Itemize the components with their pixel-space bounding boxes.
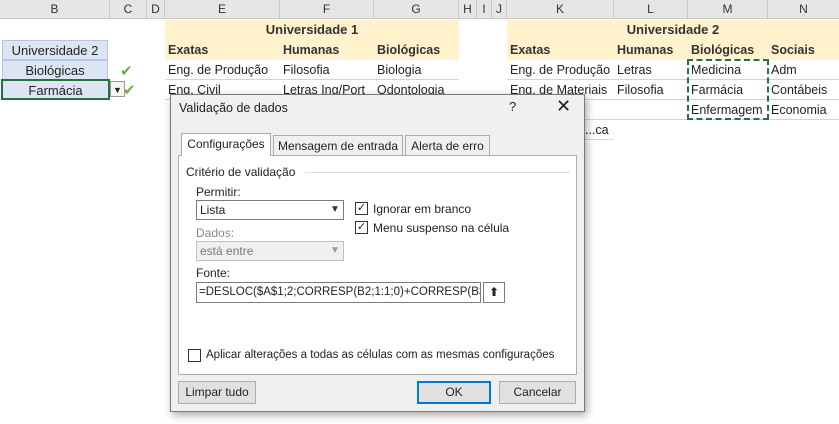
tab-mensagem-entrada[interactable]: Mensagem de entrada [273, 135, 403, 155]
col-header-h[interactable]: H [459, 0, 477, 19]
cell-b3-area[interactable]: Biológicas [2, 60, 108, 80]
u1-header-biologicas: Biológicas [374, 40, 459, 60]
ok-button[interactable]: OK [417, 381, 491, 404]
u2-title: Universidade 2 [507, 20, 839, 40]
u2-cell[interactable]: Eng. de Produção [507, 60, 614, 80]
u2-cell[interactable]: ...ca [585, 120, 615, 140]
checkmark-icon: ✔ [120, 63, 133, 80]
help-icon[interactable]: ? [509, 99, 516, 114]
group-divider [305, 172, 570, 173]
col-header-m[interactable]: M [688, 0, 768, 19]
col-header-c[interactable]: C [110, 0, 147, 19]
checkmark-icon: ✔ [123, 82, 136, 99]
chevron-down-icon: ▼ [330, 245, 340, 256]
dados-value: está entre [200, 244, 254, 258]
col-header-l[interactable]: L [614, 0, 688, 19]
menu-checkbox[interactable]: ✓ [355, 221, 368, 234]
ignorar-label: Ignorar em branco [373, 202, 472, 216]
u1-cell[interactable]: Filosofia [280, 60, 374, 80]
settings-panel: Critério de validação Permitir: Lista ▼ … [178, 155, 577, 375]
col-header-k[interactable]: K [507, 0, 614, 19]
col-header-f[interactable]: F [280, 0, 374, 19]
dialog-title: Validação de dados [179, 101, 288, 115]
u2-cell[interactable]: Letras [614, 60, 688, 80]
u2-cell[interactable]: Economia [768, 100, 839, 120]
menu-label: Menu suspenso na célula [373, 221, 510, 235]
col-header-d[interactable]: D [147, 0, 165, 19]
u1-cell[interactable]: Biologia [374, 60, 459, 80]
data-validation-dialog: Validação de dados ? ✕ Configurações Men… [170, 94, 585, 412]
tab-alerta-erro[interactable]: Alerta de erro [405, 135, 490, 155]
aplicar-label: Aplicar alterações a todas as células co… [206, 349, 555, 361]
u1-title: Universidade 1 [165, 20, 459, 40]
permitir-select[interactable]: Lista ▼ [196, 200, 344, 220]
u2-cell[interactable]: Filosofia [614, 80, 688, 100]
permitir-label: Permitir: [196, 185, 241, 199]
col-header-b[interactable]: B [0, 0, 110, 19]
u1-header-exatas: Exatas [165, 40, 280, 60]
permitir-value: Lista [200, 203, 226, 217]
collapse-range-icon[interactable]: ⬆ [483, 282, 505, 303]
clear-all-button[interactable]: Limpar tudo [178, 381, 256, 404]
col-header-n[interactable]: N [768, 0, 839, 19]
cancel-button[interactable]: Cancelar [499, 381, 576, 404]
group-label: Critério de validação [186, 165, 296, 179]
fonte-label: Fonte: [196, 266, 231, 280]
u2-header-biologicas: Biológicas [688, 40, 768, 60]
row-divider [165, 79, 459, 80]
u2-cell[interactable]: Adm [768, 60, 839, 80]
col-header-e[interactable]: E [165, 0, 280, 19]
u2-header-humanas: Humanas [614, 40, 688, 60]
aplicar-checkbox[interactable] [188, 349, 201, 362]
cell-b2-university[interactable]: Universidade 2 [2, 40, 108, 60]
tab-configuracoes[interactable]: Configurações [181, 133, 271, 156]
close-icon[interactable]: ✕ [556, 96, 571, 117]
copy-marquee-range [687, 59, 769, 120]
col-header-j[interactable]: J [492, 0, 507, 19]
u1-header-humanas: Humanas [280, 40, 374, 60]
row-divider [507, 79, 839, 80]
col-header-i[interactable]: I [477, 0, 492, 19]
col-header-g[interactable]: G [374, 0, 459, 19]
u2-header-sociais: Sociais [768, 40, 839, 60]
cell-b4-selected[interactable]: Farmácia [1, 79, 110, 100]
fonte-input[interactable]: =DESLOC($A$1;2;CORRESP(B2;1:1;0)+CORRESP… [196, 282, 481, 303]
u2-header-exatas: Exatas [507, 40, 614, 60]
u2-cell[interactable]: Contábeis [768, 80, 839, 100]
chevron-down-icon: ▼ [330, 204, 340, 215]
dados-select[interactable]: está entre ▼ [196, 241, 344, 261]
dados-label: Dados: [196, 226, 235, 240]
u1-cell[interactable]: Eng. de Produção [165, 60, 280, 80]
ignorar-checkbox[interactable]: ✓ [355, 202, 368, 215]
